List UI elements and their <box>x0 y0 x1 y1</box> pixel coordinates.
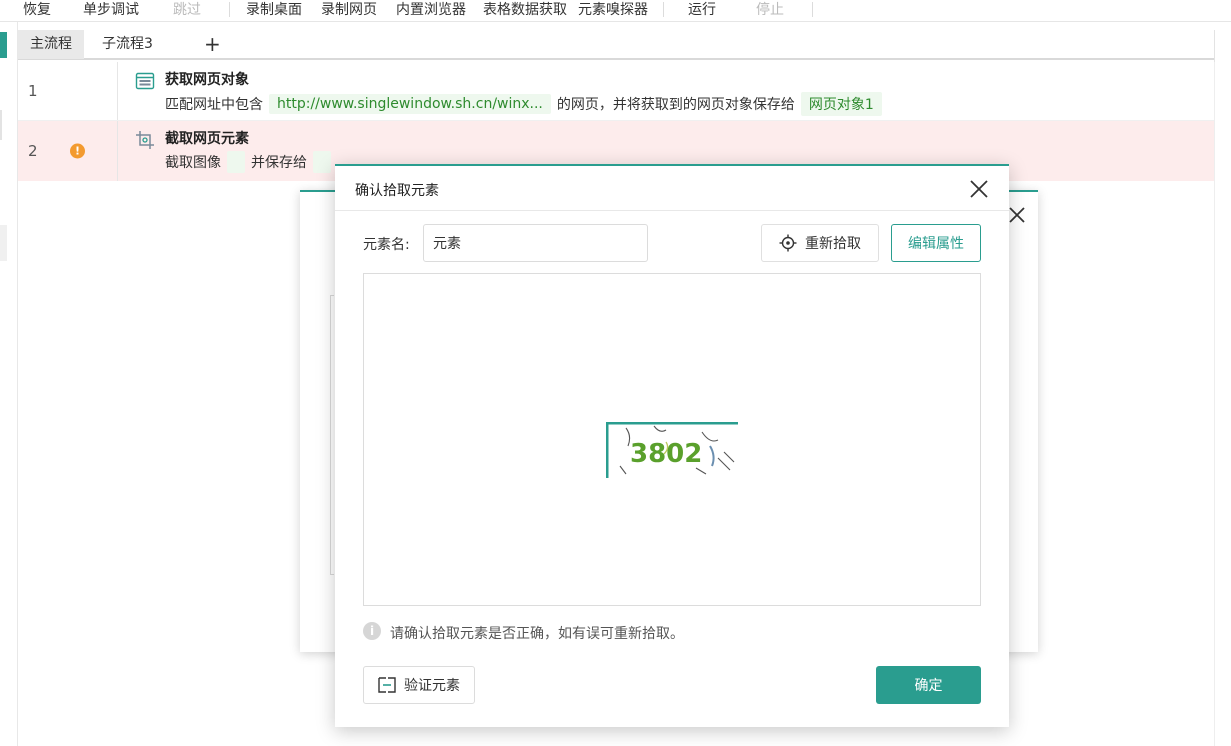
element-name-input[interactable] <box>423 224 648 262</box>
line-number: 1 <box>28 82 38 100</box>
background-dialog-panel <box>330 295 334 575</box>
confirm-pick-element-dialog: 确认拾取元素 元素名: 重新拾取 编辑属性 3802 i 请确认拾取元素是否正确 <box>335 164 1009 727</box>
image-chip-empty[interactable] <box>227 151 245 173</box>
edit-attributes-button[interactable]: 编辑属性 <box>891 224 981 262</box>
step-desc-prefix: 匹配网址中包含 <box>165 97 263 113</box>
tab-main-flow[interactable]: 主流程 <box>18 30 84 59</box>
step-desc-middle: 并保存给 <box>251 155 307 171</box>
left-collapse-handle[interactable] <box>0 225 7 261</box>
skip-button[interactable]: 跳过 <box>173 0 201 20</box>
verify-icon <box>378 677 396 693</box>
step-description: 截取图像 并保存给 <box>165 151 337 173</box>
crop-image-icon <box>136 131 154 149</box>
variable-chip-empty[interactable] <box>313 151 331 173</box>
builtin-browser-button[interactable]: 内置浏览器 <box>396 0 466 20</box>
record-desktop-button[interactable]: 录制桌面 <box>246 0 302 20</box>
step-desc-middle: 的网页，并将获取到的网页对象保存给 <box>556 97 795 113</box>
flow-tab-bar: 主流程 子流程3 + <box>18 30 1231 60</box>
step-desc-prefix: 截取图像 <box>165 155 221 171</box>
info-icon: i <box>363 622 381 640</box>
step-title: 截取网页元素 <box>165 131 249 147</box>
record-web-button[interactable]: 录制网页 <box>321 0 377 20</box>
left-divider <box>0 110 2 140</box>
repick-label: 重新拾取 <box>805 236 861 252</box>
variable-chip[interactable]: 网页对象1 <box>800 92 882 116</box>
element-sniffer-button[interactable]: 元素嗅探器 <box>578 0 648 20</box>
left-sidebar-strip <box>0 22 18 746</box>
line-number-cell: 2 ! <box>18 121 118 181</box>
web-page-icon <box>135 72 155 90</box>
run-button[interactable]: 运行 <box>688 0 716 20</box>
step-title: 获取网页对象 <box>165 72 249 88</box>
toolbar: 恢复 单步调试 跳过 录制桌面 录制网页 内置浏览器 表格数据获取 元素嗅探器 … <box>0 0 1231 22</box>
close-icon[interactable] <box>968 178 990 200</box>
table-data-button[interactable]: 表格数据获取 <box>483 0 567 20</box>
right-panel-edge <box>1214 30 1231 62</box>
toolbar-divider <box>663 2 664 17</box>
close-icon[interactable] <box>1006 204 1028 226</box>
add-tab-button[interactable]: + <box>204 30 221 59</box>
captcha-image: 3802 <box>606 422 738 478</box>
repick-button[interactable]: 重新拾取 <box>761 224 879 262</box>
dialog-title: 确认拾取元素 <box>355 183 439 199</box>
dialog-divider <box>335 210 1009 211</box>
toolbar-divider <box>812 2 813 17</box>
element-name-label: 元素名: <box>363 237 410 253</box>
tab-subflow-3[interactable]: 子流程3 <box>90 30 165 59</box>
target-icon <box>779 234 797 252</box>
left-active-indicator <box>0 32 7 58</box>
line-number-cell: 1 <box>18 62 118 120</box>
step-debug-button[interactable]: 单步调试 <box>83 0 139 20</box>
confirm-hint-text: 请确认拾取元素是否正确，如有误可重新拾取。 <box>390 626 684 642</box>
element-preview-area: 3802 <box>363 273 981 606</box>
line-number: 2 <box>28 142 38 160</box>
url-chip[interactable]: http://www.singlewindow.sh.cn/winx... <box>269 94 551 114</box>
stop-button[interactable]: 停止 <box>756 0 784 20</box>
flow-step-row[interactable]: 1 获取网页对象 匹配网址中包含 http://www.singlewindow… <box>18 62 1214 121</box>
verify-element-button[interactable]: 验证元素 <box>363 666 475 704</box>
warning-icon[interactable]: ! <box>70 143 85 159</box>
toolbar-divider <box>229 2 230 17</box>
verify-element-label: 验证元素 <box>404 678 460 694</box>
right-scrollbar[interactable] <box>1214 62 1231 746</box>
resume-button[interactable]: 恢复 <box>23 0 51 20</box>
confirm-button[interactable]: 确定 <box>876 666 981 704</box>
step-description: 匹配网址中包含 http://www.singlewindow.sh.cn/wi… <box>165 92 888 116</box>
